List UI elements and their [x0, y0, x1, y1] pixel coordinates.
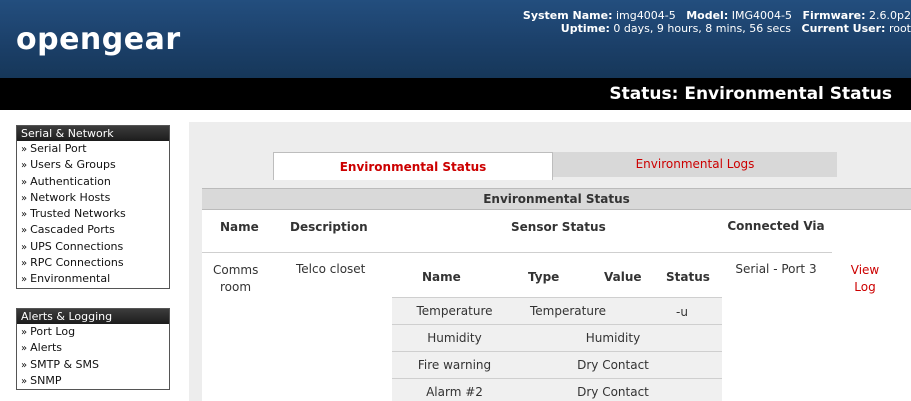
arrow-icon: » — [21, 192, 28, 204]
system-name-value: img4004-5 — [616, 9, 676, 22]
sidebar-item-authentication[interactable]: » Authentication — [17, 174, 169, 190]
sidebar-item-label: SMTP & SMS — [30, 357, 99, 371]
arrow-icon: » — [21, 144, 28, 155]
current-user-label: Current User: — [801, 22, 886, 35]
nav-serial-network: Serial & Network » Serial Port » Users & G… — [16, 125, 170, 289]
status-card: Environmental Status Name Description Se… — [202, 188, 911, 401]
sensor-name: Humidity — [427, 331, 482, 345]
firmware-label: Firmware: — [802, 9, 866, 22]
arrow-icon: » — [21, 241, 28, 253]
sidebar-item-cascaded-ports[interactable]: » Cascaded Ports — [17, 222, 169, 238]
firmware-value: 2.6.0p2 — [869, 9, 911, 22]
sensor-row: Alarm #2 Dry Contact — [392, 379, 722, 401]
tab-environmental-status[interactable]: Environmental Status — [273, 152, 553, 180]
row-connected-via: Serial - Port 3 — [735, 262, 817, 276]
sidebar-item-serial-port[interactable]: » Serial Port — [17, 141, 169, 157]
title-bar: Status: Environmental Status — [0, 78, 911, 110]
sensor-type: Humidity — [585, 331, 641, 345]
sensor-name: Fire warning — [417, 358, 492, 372]
system-name-label: System Name: — [522, 9, 613, 22]
tab-environmental-logs[interactable]: Environmental Logs — [553, 152, 837, 177]
sensor-type: Dry Contact — [577, 385, 649, 399]
sidebar-item-label: Serial Port — [30, 142, 87, 155]
arrow-icon: » — [21, 274, 28, 286]
sensor-table: Name Type Value Status Temperature Tempe… — [392, 258, 722, 401]
arrow-icon: » — [21, 176, 28, 188]
nav-section-title: Serial & Network — [17, 126, 169, 141]
sidebar-item-network-hosts[interactable]: » Network Hosts — [17, 190, 169, 206]
sensor-name: Temperature — [416, 304, 493, 318]
sidebar-item-port-log[interactable]: » Port Log — [17, 324, 169, 340]
sensor-row: Temperature Temperature -u — [392, 298, 722, 324]
arrow-icon: » — [21, 359, 28, 371]
sidebar-item-label: RPC Connections — [30, 256, 124, 270]
header-divider — [202, 252, 832, 253]
sensor-header-status: Status — [666, 270, 710, 284]
sensor-type: Temperature — [530, 304, 607, 318]
sidebar-item-snmp[interactable]: » SNMP — [17, 373, 169, 389]
row-name: Comms room — [213, 263, 259, 294]
sidebar-item-environmental[interactable]: » Environmental — [17, 271, 169, 287]
sidebar-item-trusted-networks[interactable]: » Trusted Networks — [17, 206, 169, 222]
uptime-label: Uptime: — [560, 22, 610, 35]
sensor-header-type: Type — [528, 270, 560, 284]
sidebar-item-alerts[interactable]: » Alerts — [17, 340, 169, 356]
arrow-icon: » — [21, 225, 28, 237]
sidebar-item-label: Network Hosts — [30, 190, 111, 204]
model-value: IMG4004-5 — [731, 9, 792, 22]
view-log-link[interactable]: View Log — [847, 262, 883, 296]
arrow-icon: » — [21, 209, 28, 221]
header-sensor-status: Sensor Status — [511, 220, 606, 234]
sidebar-item-smtp-sms[interactable]: » SMTP & SMS — [17, 357, 169, 373]
sidebar-item-ups-connections[interactable]: » UPS Connections — [17, 239, 169, 255]
sensor-row: Humidity Humidity — [392, 325, 722, 351]
model-label: Model: — [686, 9, 729, 22]
sensor-type: Dry Contact — [577, 358, 649, 372]
arrow-icon: » — [21, 327, 28, 338]
uptime-value: 0 days, 9 hours, 8 mins, 56 secs — [613, 22, 792, 35]
page-title: Status: Environmental Status — [609, 84, 892, 104]
arrow-icon: » — [21, 258, 28, 270]
sensor-name: Alarm #2 — [426, 385, 483, 399]
header-description: Description — [290, 220, 368, 234]
header-name: Name — [220, 220, 259, 234]
sidebar-item-rpc-connections[interactable]: » RPC Connections — [17, 255, 169, 271]
nav-alerts-logging: Alerts & Logging » Port Log » Alerts » SMTP… — [16, 308, 170, 391]
sensor-header-value: Value — [604, 270, 642, 284]
sidebar-item-label: SNMP — [30, 373, 62, 387]
sidebar-item-label: Port Log — [30, 325, 76, 338]
sidebar-item-users-groups[interactable]: » Users & Groups — [17, 157, 169, 173]
sensor-status: -u — [676, 305, 688, 319]
current-user-value: root — [888, 22, 911, 35]
sidebar-item-label: Trusted Networks — [30, 207, 126, 221]
sidebar-item-label: Cascaded Ports — [30, 223, 115, 237]
section-title: Environmental Status — [202, 188, 911, 210]
row-description: Telco closet — [296, 262, 366, 276]
opengear-logo[interactable]: opengear — [16, 22, 181, 57]
sidebar-item-label: Users & Groups — [30, 158, 116, 172]
app-header: opengear System Name: img4004-5 Model: I… — [0, 0, 911, 78]
sensor-header-name: Name — [422, 270, 461, 284]
arrow-icon: » — [21, 343, 28, 355]
header-connected-via: Connected Via — [727, 219, 825, 233]
system-info: System Name: img4004-5 Model: IMG4004-5 … — [523, 9, 911, 35]
nav-section-title: Alerts & Logging — [17, 309, 169, 324]
sensor-row: Fire warning Dry Contact — [392, 352, 722, 378]
sidebar-item-label: Environmental — [30, 272, 111, 286]
sidebar-item-label: Authentication — [30, 174, 111, 188]
sidebar-item-label: UPS Connections — [30, 239, 124, 253]
main-panel: Environmental Status Environmental Logs … — [189, 122, 911, 401]
arrow-icon: » — [21, 375, 28, 387]
sidebar-item-label: Alerts — [30, 341, 63, 355]
arrow-icon: » — [21, 160, 28, 172]
